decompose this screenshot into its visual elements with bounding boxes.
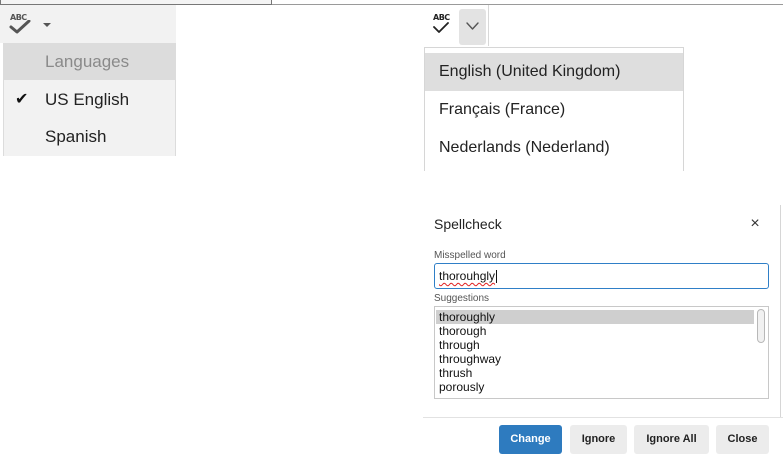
chevron-down-icon xyxy=(466,22,479,30)
suggestions-scrollbar[interactable] xyxy=(757,309,765,343)
language-dropdown-button[interactable] xyxy=(38,11,56,39)
menu-item-francais[interactable]: Français (France) xyxy=(425,91,683,129)
menu-item-us-english[interactable]: ✔ US English xyxy=(4,81,176,118)
caret-down-icon xyxy=(43,23,51,27)
menu-item-english-uk[interactable]: English (United Kingdom) xyxy=(425,53,683,91)
abc-text: ABC xyxy=(433,13,450,22)
suggestion-option[interactable]: thrush xyxy=(436,366,754,380)
misspelled-word-value: thorouhgly xyxy=(439,269,496,283)
ignore-all-button[interactable]: Ignore All xyxy=(634,425,709,454)
menu-item-nederlands[interactable]: Nederlands (Nederland) xyxy=(425,129,683,167)
misspelled-word-label: Misspelled word xyxy=(434,250,506,261)
text-caret xyxy=(496,270,498,284)
spellcheck-button[interactable]: ABC xyxy=(427,9,457,41)
change-button[interactable]: Change xyxy=(499,425,562,454)
checkmark-icon xyxy=(9,20,31,34)
dialog-footer-divider xyxy=(423,417,783,418)
menu-item-label: Spanish xyxy=(45,127,107,146)
legacy-spellcheck-toolbar: ABC xyxy=(0,5,176,43)
ignore-button[interactable]: Ignore xyxy=(570,425,627,454)
suggestions-label: Suggestions xyxy=(434,293,490,304)
suggestion-option[interactable]: through xyxy=(436,338,754,352)
suggestion-option[interactable]: thoroughly xyxy=(436,310,754,324)
suggestion-option[interactable]: porously xyxy=(436,380,754,394)
misspelled-word-input[interactable]: thorouhgly xyxy=(434,263,769,289)
close-icon[interactable]: × xyxy=(745,214,765,234)
legacy-language-menu: Languages ✔ US English Spanish xyxy=(3,43,176,156)
suggestion-option[interactable]: throughway xyxy=(436,352,754,366)
menu-header-languages: Languages xyxy=(4,43,176,80)
language-dropdown-button[interactable] xyxy=(459,9,486,45)
toolbar-divider xyxy=(488,5,489,46)
checkmark-icon xyxy=(433,22,449,33)
dialog-border xyxy=(780,205,781,417)
divider-line xyxy=(684,4,783,5)
spellcheck-button[interactable]: ABC xyxy=(3,11,37,39)
divider-line xyxy=(272,4,690,5)
checkmark-icon: ✔ xyxy=(15,91,29,108)
dialog-title: Spellcheck xyxy=(434,216,502,232)
menu-item-label: US English xyxy=(45,90,130,109)
close-button[interactable]: Close xyxy=(716,425,769,454)
suggestions-list[interactable]: thoroughly thorough through throughway t… xyxy=(434,306,769,399)
menu-item-spanish[interactable]: Spanish xyxy=(4,118,176,155)
language-menu: English (United Kingdom) Français (Franc… xyxy=(424,47,684,171)
suggestion-option[interactable]: thorough xyxy=(436,324,754,338)
